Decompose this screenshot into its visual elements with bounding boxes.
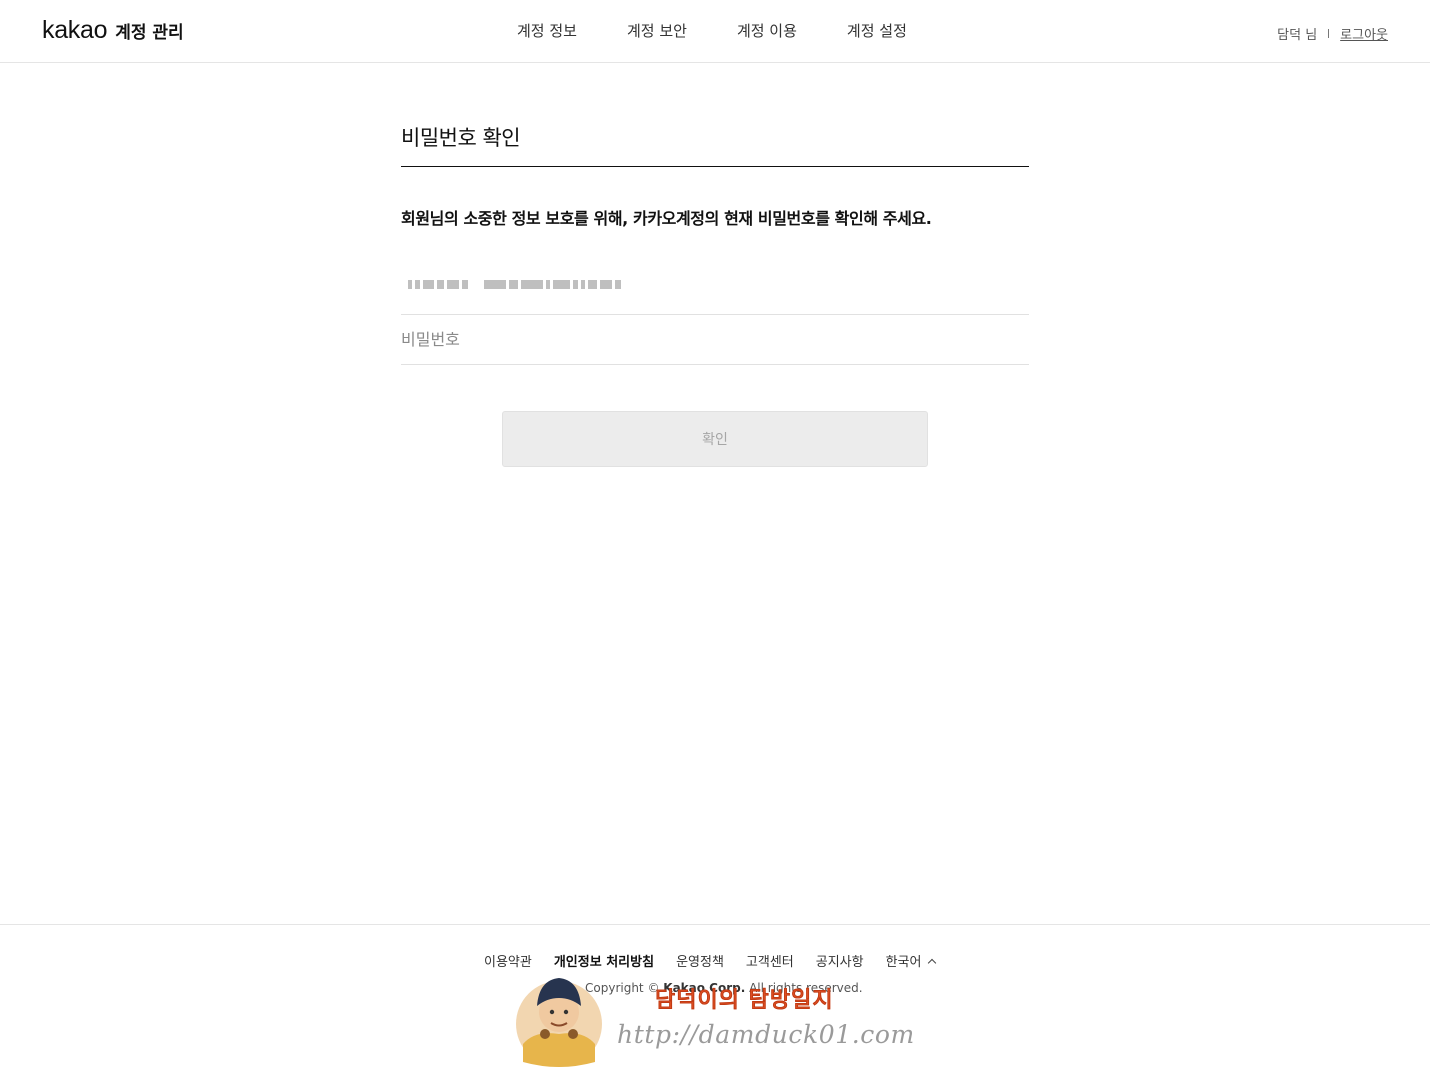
chevron-up-icon (928, 958, 937, 967)
logo-wordmark: kakao (42, 16, 108, 44)
watermark-url: http://damduck01.com (617, 1020, 915, 1049)
watermark-title: 담덕이의 탐방일지 (655, 988, 834, 1013)
email-field (401, 254, 1029, 315)
footer-link-help[interactable]: 고객센터 (746, 951, 794, 970)
footer-link-privacy[interactable]: 개인정보 처리방침 (554, 951, 654, 970)
footer-links: 이용약관 개인정보 처리방침 운영정책 고객센터 공지사항 한국어 (484, 951, 937, 970)
nav-account-info[interactable]: 계정 정보 (517, 20, 577, 41)
page-description: 회원님의 소중한 정보 보호를 위해, 카카오계정의 현재 비밀번호를 확인해 … (401, 209, 932, 228)
logo-subtitle: 계정 관리 (115, 23, 184, 43)
footer-link-notice[interactable]: 공지사항 (816, 951, 864, 970)
nav-account-usage[interactable]: 계정 이용 (737, 20, 797, 41)
user-name: 담덕 님 (1277, 28, 1318, 43)
user-area: 담덕 님 로그아웃 (1277, 24, 1388, 43)
divider (1328, 29, 1330, 38)
password-field (401, 315, 1029, 365)
language-label: 한국어 (885, 955, 922, 970)
nav-account-settings[interactable]: 계정 설정 (847, 20, 907, 41)
global-nav: 계정 정보 계정 보안 계정 이용 계정 설정 (517, 20, 957, 41)
confirm-button[interactable]: 확인 (502, 411, 928, 467)
kakao-logo[interactable]: kakao 계정 관리 (42, 16, 184, 46)
footer-link-policy[interactable]: 운영정책 (676, 951, 724, 970)
top-header: kakao 계정 관리 계정 정보 계정 보안 계정 이용 계정 설정 담덕 님… (0, 0, 1430, 63)
nav-account-security[interactable]: 계정 보안 (627, 20, 687, 41)
password-input[interactable] (401, 330, 1029, 349)
logout-link[interactable]: 로그아웃 (1340, 24, 1388, 43)
watermark-avatar-icon (516, 978, 602, 1067)
language-select[interactable]: 한국어 (885, 951, 937, 970)
page-title: 비밀번호 확인 (401, 122, 1029, 167)
masked-email (401, 279, 621, 289)
footer-link-terms[interactable]: 이용약관 (484, 951, 532, 970)
password-confirm-section: 비밀번호 확인 회원님의 소중한 정보 보호를 위해, 카카오계정의 현재 비밀… (401, 122, 1029, 467)
